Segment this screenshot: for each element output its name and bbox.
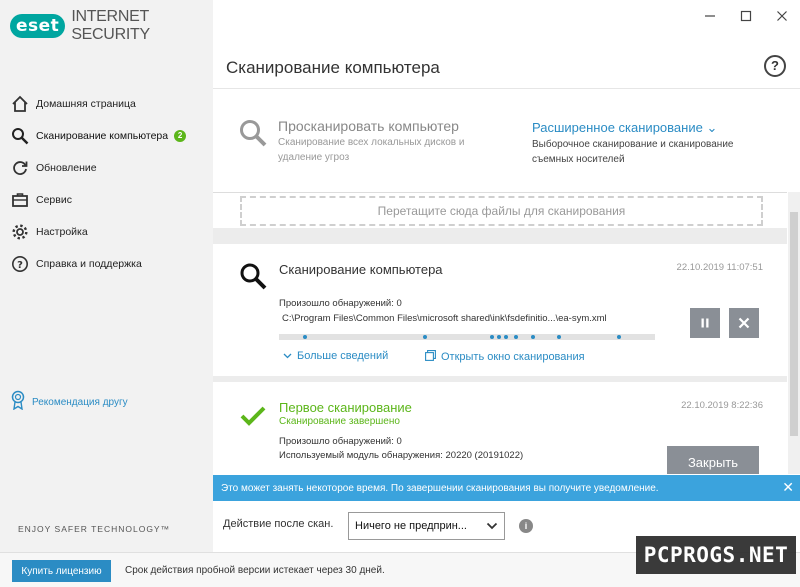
sidebar-item-tools[interactable]: Сервис: [0, 184, 213, 216]
scan-date: 22.10.2019 11:07:51: [676, 262, 763, 273]
watermark: PCPROGS.NET: [636, 536, 796, 574]
chevron-down-icon: [283, 351, 292, 362]
scan-title: Сканирование компьютера: [279, 262, 443, 277]
briefcase-icon: [10, 190, 30, 210]
file-dropzone[interactable]: Перетащите сюда файлы для сканирования: [240, 196, 763, 226]
help-icon: ?: [10, 254, 30, 274]
more-details-link[interactable]: Больше сведений: [283, 350, 388, 362]
checkmark-icon: [239, 404, 267, 432]
pause-scan-button[interactable]: [690, 308, 720, 338]
logo: eset INTERNET SECURITY: [10, 8, 213, 43]
advanced-scan-desc: Выборочное сканирование и сканирование: [532, 139, 734, 150]
progress-dot: [617, 335, 621, 339]
detection-module: Используемый модуль обнаружения: 20220 (…: [279, 450, 524, 461]
recommend-label: Рекомендация другу: [32, 397, 128, 408]
svg-text:?: ?: [17, 260, 23, 271]
minimize-icon: [705, 15, 715, 17]
buy-license-button[interactable]: Купить лицензию: [12, 560, 111, 582]
progress-dot: [514, 335, 518, 339]
scan-card-current: Сканирование компьютера 22.10.2019 11:07…: [213, 244, 787, 376]
progress-dot: [557, 335, 561, 339]
notification-bar: Это может занять некоторое время. По зав…: [213, 475, 800, 501]
brand-logo: eset: [10, 14, 66, 38]
chevron-down-icon: [486, 520, 498, 535]
tagline: ENJOY SAFER TECHNOLOGY™: [18, 524, 171, 534]
sidebar-item-label: Сервис: [36, 194, 72, 206]
notification-text: Это может занять некоторое время. По зав…: [221, 482, 659, 494]
maximize-button[interactable]: [728, 0, 764, 32]
sidebar-nav: Домашняя страница Сканирование компьютер…: [0, 88, 213, 280]
sidebar-item-update[interactable]: Обновление: [0, 152, 213, 184]
progress-dot: [303, 335, 307, 339]
scan-current-file: C:\Program Files\Common Files\microsoft …: [282, 313, 607, 324]
detections-count: Произошло обнаружений: 0: [279, 436, 402, 447]
scan-card-first: Первое сканирование Сканирование заверше…: [213, 382, 787, 474]
award-icon: [10, 390, 26, 415]
close-window-button[interactable]: [764, 0, 800, 32]
sidebar-item-home[interactable]: Домашняя страница: [0, 88, 213, 120]
scan-computer-option[interactable]: Просканировать компьютер Сканирование вс…: [238, 118, 464, 164]
sidebar-item-label: Справка и поддержка: [36, 258, 142, 270]
progress-dot: [423, 335, 427, 339]
sidebar-item-help[interactable]: ? Справка и поддержка: [0, 248, 213, 280]
close-scan-button[interactable]: Закрыть: [667, 446, 759, 474]
scan-progress: [279, 334, 655, 340]
scan-status: Сканирование завершено: [279, 416, 400, 427]
sidebar: eset INTERNET SECURITY Домашняя страница…: [0, 0, 213, 552]
sidebar-item-label: Домашняя страница: [36, 98, 136, 110]
scan-computer-title: Просканировать компьютер: [278, 118, 459, 134]
refresh-icon: [10, 158, 30, 178]
progress-dot: [490, 335, 494, 339]
sidebar-item-label: Обновление: [36, 162, 97, 174]
advanced-scan-label: Расширенное сканирование: [532, 120, 703, 135]
progress-dot: [497, 335, 501, 339]
after-scan-label: Действие после скан.: [223, 518, 334, 530]
scan-title: Первое сканирование: [279, 400, 412, 415]
pause-icon: [701, 318, 709, 328]
progress-dot: [504, 335, 508, 339]
advanced-scan-title: Расширенное сканирование ⌄: [532, 120, 772, 136]
scan-computer-desc: Сканирование всех локальных дисков и: [278, 137, 465, 148]
open-scan-window-link[interactable]: Открыть окно сканирования: [425, 350, 585, 364]
home-icon: [10, 94, 30, 114]
advanced-scan-option[interactable]: Расширенное сканирование ⌄ Выборочное ск…: [532, 120, 772, 166]
gear-icon: [10, 222, 30, 242]
stop-scan-button[interactable]: [729, 308, 759, 338]
minimize-button[interactable]: [692, 0, 728, 32]
maximize-icon: [740, 10, 752, 22]
search-icon: [238, 118, 268, 164]
after-scan-value: Ничего не предприн...: [355, 520, 467, 532]
product-name: INTERNET SECURITY: [71, 8, 150, 43]
sidebar-item-label: Сканирование компьютера: [36, 130, 169, 142]
sidebar-item-computer-scan[interactable]: Сканирование компьютера 2: [0, 120, 213, 152]
help-button[interactable]: ?: [764, 55, 786, 77]
progress-dot: [531, 335, 535, 339]
recommend-friend-link[interactable]: Рекомендация другу: [10, 390, 128, 415]
sidebar-item-label: Настройка: [36, 226, 88, 238]
window-icon: [425, 350, 436, 364]
scan-count-badge: 2: [174, 130, 187, 142]
scrollbar-thumb[interactable]: [790, 212, 798, 436]
divider: [213, 88, 800, 89]
search-icon: [239, 262, 267, 290]
more-details-label: Больше сведений: [297, 350, 389, 362]
close-icon: [738, 317, 750, 329]
scan-date: 22.10.2019 8:22:36: [681, 400, 763, 411]
scan-computer-desc: удаление угроз: [278, 152, 350, 163]
search-icon: [10, 126, 30, 146]
sidebar-item-settings[interactable]: Настройка: [0, 216, 213, 248]
detections-count: Произошло обнаружений: 0: [279, 298, 402, 309]
chevron-down-icon: ⌄: [706, 120, 718, 135]
after-scan-select[interactable]: Ничего не предприн...: [348, 512, 505, 540]
page-title: Сканирование компьютера: [226, 58, 440, 77]
close-icon: [777, 11, 787, 21]
close-icon[interactable]: ✕: [782, 479, 794, 496]
open-scan-window-label: Открыть окно сканирования: [441, 351, 585, 363]
trial-notice: Срок действия пробной версии истекает че…: [125, 565, 385, 576]
advanced-scan-desc: съемных носителей: [532, 154, 625, 165]
info-icon[interactable]: i: [519, 519, 533, 533]
window-controls: [692, 0, 800, 32]
